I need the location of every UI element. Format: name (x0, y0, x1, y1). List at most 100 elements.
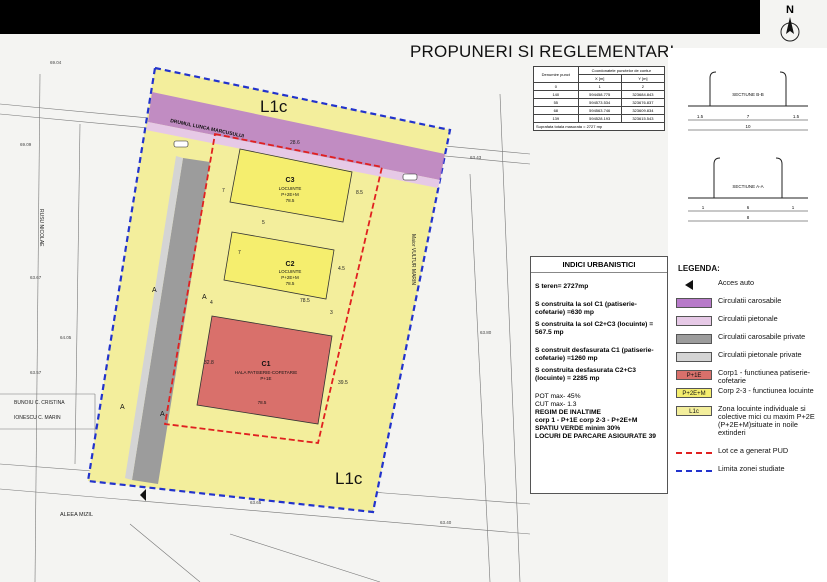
c1-id: C1 (262, 361, 271, 368)
c3-id: C3 (286, 177, 295, 184)
legend-label: Circulatii carosabile private (718, 332, 806, 341)
legend-label: Corp 2-3 - functiunea locuinte (718, 386, 814, 395)
legend-item: L1c Zona locuinte individuale si colecti… (668, 403, 827, 445)
index-line: S construit desfasurata C1 (patiserie-co… (535, 347, 654, 362)
legend-swatch (676, 298, 712, 308)
cell: 139 (533, 114, 579, 123)
svg-text:63.67: 63.67 (30, 275, 42, 280)
svg-text:63.57: 63.57 (30, 370, 42, 375)
legend-label: Acces auto (718, 278, 755, 287)
idx-0: 0 (533, 82, 579, 91)
b-dim-3: 1.5 (793, 114, 800, 119)
cell: 68 (533, 106, 579, 115)
cell: 323615.543 (620, 114, 666, 123)
legend-dash (676, 452, 712, 454)
dim-3: 7 (238, 250, 241, 256)
dim-2: 7 (222, 188, 225, 194)
c3-height: P+2E+M (281, 192, 299, 197)
table-row: 68 594563.746 323609.834 (533, 106, 666, 115)
c2-id: C2 (286, 261, 295, 268)
cell: 55 (533, 98, 579, 107)
legend-dash (676, 470, 712, 472)
index-line: S construita desfasurata C2+C3 (locuinte… (535, 367, 636, 382)
road-sections: SECTIUNE B-B 1.5 7 1.5 10 SECTIUNE A-A 1… (688, 71, 808, 222)
col-coords: Coordonatele punctelor de contur (577, 66, 666, 75)
legend-item: Circulatii pietonale (668, 313, 827, 331)
legend-item: Acces auto (668, 277, 827, 295)
site-plan: 69.04 69.09 63.67 64.05 63.43 63.80 63.57 63.… (0, 60, 530, 582)
zone-label-bottom: L1c (335, 469, 363, 488)
c1-height: P+1E (260, 376, 271, 381)
legend-swatch: L1c (676, 406, 712, 416)
legend-swatch (676, 334, 712, 344)
legend-swatch: P+1E (676, 370, 712, 380)
top-black-bar (0, 0, 760, 34)
c3-area: 78.5 (286, 198, 295, 203)
a-dim-4: 8 (747, 215, 750, 220)
coordinate-table: Denumire punct Coordonatele punctelor de… (533, 66, 666, 131)
legend-item: Circulatii carosabile private (668, 331, 827, 349)
legend: LEGENDA: Acces auto Circulatii carosabil… (668, 264, 827, 481)
a-dim-1: 1 (702, 205, 705, 210)
dim-4: 5 (262, 220, 265, 226)
svg-text:63.43: 63.43 (470, 155, 482, 160)
c3-use: LOCUINTE (279, 186, 302, 191)
section-a-title: SECTIUNE A-A (732, 184, 763, 189)
street-west: RUSU NICOLAE (38, 209, 44, 247)
owner-1: BUNOIU C. CRISTINA (14, 400, 65, 406)
cell: 323684.843 (620, 90, 666, 99)
access-arrow-icon (685, 280, 693, 290)
dim-6: 4.5 (338, 266, 345, 272)
index-line: REGIM DE INALTIME (535, 409, 602, 416)
legend-swatch (676, 352, 712, 362)
legend-item: Limita zonei studiate (668, 463, 827, 481)
access-arrow-icon (140, 489, 146, 501)
north-arrow: N (760, 0, 827, 48)
c1-use: HALA PATISERIE-COFETARIE (235, 370, 298, 375)
cell: 594458.775 (577, 90, 622, 99)
b-dim-1: 1.5 (697, 114, 704, 119)
index-line: LOCURI DE PARCARE ASIGURATE 39 (535, 433, 657, 440)
legend-title: LEGENDA: (678, 264, 720, 273)
c2-height: P+2E+M (281, 275, 299, 280)
index-line: S teren= 2727mp (535, 283, 589, 290)
legend-item: Circulatii pietonale private (668, 349, 827, 367)
table-note: Suprafata totala masurata = 2727 mp (533, 122, 665, 131)
svg-text:63.80: 63.80 (480, 330, 492, 335)
index-line: POT max- 45% (535, 393, 581, 400)
index-line: corp 1 - P+1E corp 2-3 - P+2E+M (535, 417, 638, 424)
legend-item: Lot ce a generat PUD (668, 445, 827, 463)
legend-swatch: P+2E+M (676, 388, 712, 398)
table-row: 55 594573.534 323676.837 (533, 98, 666, 107)
point-a1: A (152, 287, 157, 294)
legend-swatch (676, 316, 712, 326)
street-south: ALEEA MIZIL (60, 512, 93, 518)
street-east: Maior VULTUR MARIN (410, 234, 416, 285)
table-row: 139 594528.193 323615.543 (533, 114, 666, 123)
svg-text:69.09: 69.09 (20, 142, 32, 147)
urban-indices-panel: INDICI URBANISTICI S teren= 2727mp S con… (530, 256, 668, 494)
c1-area: 78.5 (258, 400, 267, 405)
legend-label: Circulatii pietonale private (718, 350, 802, 359)
zone-label-top: L1c (260, 97, 288, 116)
legend-label: Zona locuinte individuale si colective m… (718, 404, 815, 437)
svg-text:63.40: 63.40 (440, 520, 452, 525)
a-dim-2: 6 (747, 205, 750, 210)
col-x: X [m] (577, 74, 622, 83)
cell: 323676.837 (620, 98, 666, 107)
col-point: Denumire punct (533, 66, 579, 83)
table-row: 140 594458.775 323684.843 (533, 90, 666, 99)
col-y: Y [m] (620, 74, 666, 83)
index-line: SPATIU VERDE minim 30% (535, 425, 621, 432)
legend-item: P+2E+M Corp 2-3 - functiunea locuinte (668, 385, 827, 403)
index-line: CUT max- 1.3 (535, 401, 577, 408)
index-line: S construita la sol C2+C3 (locuinte) = 5… (535, 321, 654, 336)
north-label: N (786, 4, 794, 16)
cell: 594573.534 (577, 98, 622, 107)
svg-text:64.05: 64.05 (60, 335, 72, 340)
cell: 140 (533, 90, 579, 99)
section-b-title: SECTIUNE B-B (732, 92, 764, 97)
dim-5: 8.5 (356, 190, 363, 196)
point-a2: A (202, 294, 207, 301)
legend-label: Lot ce a generat PUD (718, 446, 789, 455)
